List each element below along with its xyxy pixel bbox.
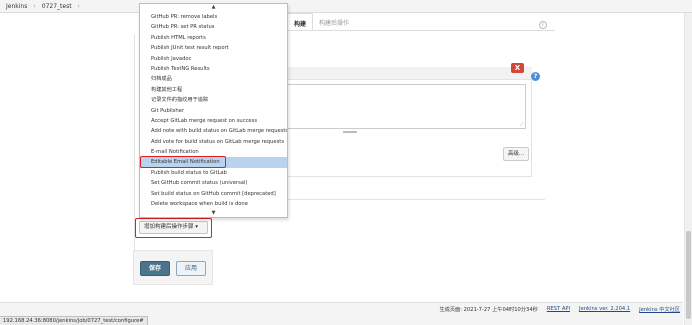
dropdown-item[interactable]: Publish Javadoc: [140, 54, 287, 64]
tab-divider: [287, 30, 555, 31]
dropdown-item[interactable]: Publish HTML reports: [140, 33, 287, 43]
build-step-header: [287, 67, 532, 80]
dropdown-item[interactable]: Add vote for build status on GitLab merg…: [140, 137, 287, 147]
dropdown-item[interactable]: Delete workspace when build is done: [140, 199, 287, 209]
dropdown-item[interactable]: 构建其他工程: [140, 85, 287, 95]
scroll-down-icon[interactable]: ▼: [140, 210, 287, 217]
dropdown-item[interactable]: GitHub PR: remove labels: [140, 12, 287, 22]
section-rule: [134, 34, 135, 282]
rest-api-link[interactable]: REST API: [547, 306, 570, 313]
dropdown-item[interactable]: Publish TestNG Results: [140, 64, 287, 74]
scroll-up-icon[interactable]: ▲: [140, 4, 287, 11]
dropdown-list: GitHub PR: remove labels GitHub PR: set P…: [140, 12, 287, 209]
section-divider: [287, 199, 545, 200]
dropdown-item[interactable]: Git Publisher: [140, 106, 287, 116]
footer-info: 生成页面: 2021-7-27 上午04时10分34秒 REST API Jen…: [439, 306, 680, 313]
post-build-dropdown-menu: ▲ GitHub PR: remove labels GitHub PR: set…: [139, 3, 288, 218]
help-question-icon[interactable]: ?: [531, 72, 540, 81]
command-textarea[interactable]: [287, 84, 526, 129]
dropdown-item[interactable]: 归档成品: [140, 74, 287, 84]
save-button[interactable]: 保存: [140, 261, 170, 276]
add-post-build-step-button[interactable]: 增加构建后操作步骤 ▾: [139, 221, 208, 234]
breadcrumb-job[interactable]: 0727_test: [42, 3, 72, 10]
delete-step-button[interactable]: X: [511, 63, 524, 73]
collapse-handle[interactable]: [343, 131, 357, 133]
dropdown-item[interactable]: Set build status on GitHub commit [depre…: [140, 189, 287, 199]
dropdown-item[interactable]: GitHub PR: set PR status: [140, 22, 287, 32]
community-link[interactable]: Jenkins 中文社区: [639, 306, 680, 313]
dropdown-item[interactable]: 记录文件的指纹用于追踪: [140, 95, 287, 105]
breadcrumb-separator: ›: [33, 2, 36, 10]
highlight-box: [140, 156, 226, 168]
jenkins-version-link[interactable]: Jenkins ver. 2.204.1: [579, 306, 630, 313]
apply-button[interactable]: 应用: [176, 261, 206, 276]
scrollbar-thumb[interactable]: [686, 231, 691, 319]
advanced-button[interactable]: 高级...: [503, 147, 529, 161]
page-scrollbar[interactable]: [684, 13, 692, 325]
dropdown-item[interactable]: Publish JUnit test result report: [140, 43, 287, 53]
dropdown-item[interactable]: Set GitHub commit status (universal): [140, 178, 287, 188]
tab-post-build[interactable]: 构建后操作: [313, 13, 355, 31]
breadcrumb: Jenkins › 0727_test ›: [0, 0, 692, 13]
resize-grip-icon[interactable]: ⟋: [520, 122, 524, 128]
dropdown-item[interactable]: Add note with build status on GitLab mer…: [140, 126, 287, 136]
config-tabs: 构建 构建后操作: [287, 13, 355, 31]
breadcrumb-jenkins[interactable]: Jenkins: [6, 3, 27, 10]
generated-time: 生成页面: 2021-7-27 上午04时10分34秒: [439, 307, 538, 313]
help-icon[interactable]: i: [539, 21, 547, 29]
tab-build[interactable]: 构建: [287, 13, 314, 31]
breadcrumb-separator: ›: [77, 2, 80, 10]
dropdown-item[interactable]: Accept GitLab merge request on success: [140, 116, 287, 126]
dropdown-item[interactable]: Publish build status to GitLab: [140, 168, 287, 178]
status-bar-url: 192.168.24.36:8080/jenkins/job/0727_test…: [0, 316, 148, 325]
